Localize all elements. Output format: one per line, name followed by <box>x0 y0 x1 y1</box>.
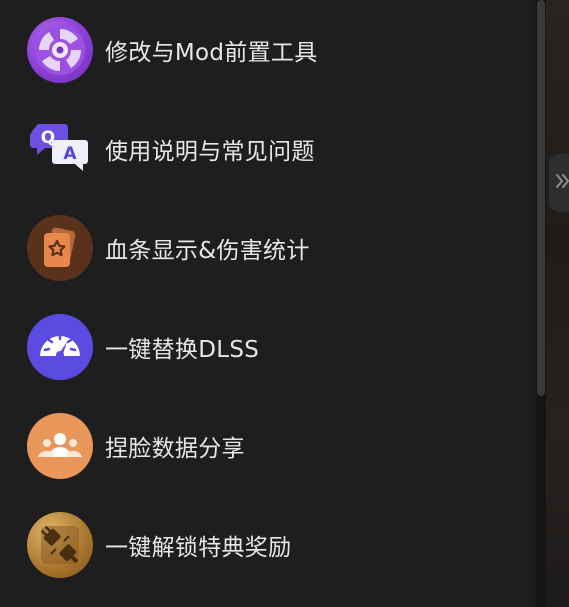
menu-item-label: 修改与Mod前置工具 <box>105 40 318 66</box>
unlock-plug-icon <box>27 512 93 578</box>
background-scene <box>546 0 569 607</box>
menu-item-dlss[interactable]: 一键替换DLSS <box>27 314 507 380</box>
menu-item-label: 血条显示&伤害统计 <box>105 238 310 264</box>
menu-item-health-bar[interactable]: 血条显示&伤害统计 <box>27 215 507 281</box>
card-star-icon <box>27 215 93 281</box>
menu-item-help[interactable]: Q A 使用说明与常见问题 <box>27 116 507 182</box>
menu-item-label: 捏脸数据分享 <box>105 436 245 462</box>
speedometer-icon <box>27 314 93 380</box>
collapse-toggle-button[interactable] <box>549 154 569 212</box>
menu-item-unlock-rewards[interactable]: 一键解锁特典奖励 <box>27 512 507 578</box>
scrollbar-thumb[interactable] <box>537 0 545 396</box>
menu-item-label: 一键解锁特典奖励 <box>105 535 292 561</box>
menu-item-label: 一键替换DLSS <box>105 337 260 363</box>
svg-text:A: A <box>63 144 77 164</box>
menu-panel: 修改与Mod前置工具 Q A 使用说明与常见问题 血条显示&伤害统计 一键替换D… <box>0 0 531 607</box>
menu-item-face-share[interactable]: 捏脸数据分享 <box>27 413 507 479</box>
double-chevron-right-icon <box>555 170 569 196</box>
mod-tool-icon <box>27 17 93 83</box>
menu-item-label: 使用说明与常见问题 <box>105 139 315 165</box>
qa-icon: Q A <box>27 116 93 182</box>
menu-item-mod-tools[interactable]: 修改与Mod前置工具 <box>27 17 507 83</box>
people-icon <box>27 413 93 479</box>
